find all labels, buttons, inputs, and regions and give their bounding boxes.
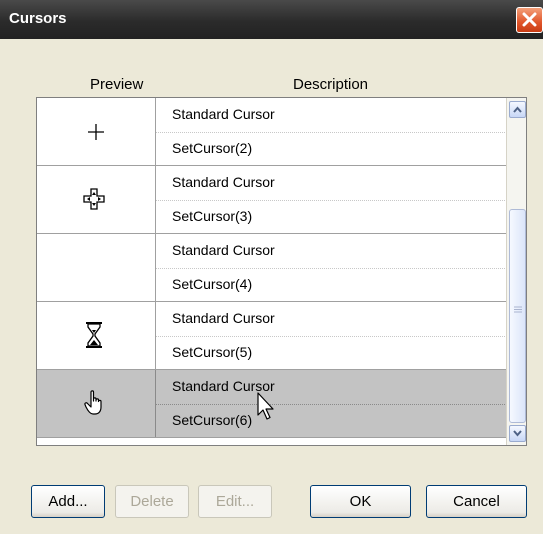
move-icon xyxy=(83,188,105,210)
list-item[interactable]: Standard Cursor SetCursor(2) xyxy=(37,98,507,166)
mouse-pointer-icon xyxy=(257,392,274,420)
preview-cell xyxy=(37,370,155,437)
window-title: Cursors xyxy=(9,10,67,27)
description-cell: Standard Cursor SetCursor(3) xyxy=(155,166,507,233)
cancel-button[interactable]: Cancel xyxy=(426,485,527,518)
cursor-list[interactable]: Standard Cursor SetCursor(2) Standard Cu… xyxy=(36,97,527,446)
list-item[interactable]: Standard Cursor SetCursor(3) xyxy=(37,166,507,234)
description-title: Standard Cursor xyxy=(172,242,275,258)
description-code: SetCursor(2) xyxy=(172,140,253,156)
delete-button[interactable]: Delete xyxy=(115,485,189,518)
preview-cell xyxy=(37,302,155,369)
row-divider xyxy=(156,200,507,201)
row-divider xyxy=(156,404,507,405)
scroll-down-button[interactable] xyxy=(509,425,526,442)
hourglass-icon xyxy=(86,322,102,348)
description-code: SetCursor(6) xyxy=(172,412,253,428)
description-title: Standard Cursor xyxy=(172,106,275,122)
row-divider xyxy=(156,336,507,337)
description-code: SetCursor(5) xyxy=(172,344,253,360)
description-code: SetCursor(3) xyxy=(172,208,253,224)
column-header-description[interactable]: Description xyxy=(293,76,368,93)
scroll-thumb[interactable] xyxy=(509,209,526,423)
list-item[interactable]: Standard Cursor SetCursor(4) xyxy=(37,234,507,302)
close-button[interactable] xyxy=(516,7,543,33)
list-item[interactable]: Standard Cursor SetCursor(5) xyxy=(37,302,507,370)
description-title: Standard Cursor xyxy=(172,174,275,190)
add-button[interactable]: Add... xyxy=(31,485,105,518)
title-bar[interactable]: Cursors xyxy=(0,0,543,39)
description-cell: Standard Cursor SetCursor(5) xyxy=(155,302,507,369)
chevron-up-icon xyxy=(513,106,522,113)
scroll-up-button[interactable] xyxy=(509,101,526,118)
crosshair-icon xyxy=(88,124,104,140)
preview-cell xyxy=(37,166,155,233)
row-divider xyxy=(156,132,507,133)
preview-cell xyxy=(37,234,155,301)
close-icon xyxy=(522,12,537,27)
description-cell: Standard Cursor SetCursor(2) xyxy=(155,98,507,165)
description-cell: Standard Cursor SetCursor(6) xyxy=(155,370,507,437)
edit-button[interactable]: Edit... xyxy=(198,485,272,518)
vertical-scrollbar[interactable] xyxy=(506,98,526,445)
grip-icon xyxy=(514,306,522,313)
chevron-down-icon xyxy=(513,430,522,437)
description-cell: Standard Cursor SetCursor(4) xyxy=(155,234,507,301)
hand-pointer-icon xyxy=(84,390,102,415)
column-header-preview[interactable]: Preview xyxy=(90,76,143,93)
preview-cell xyxy=(37,98,155,165)
row-divider xyxy=(156,268,507,269)
cursors-dialog: Cursors Preview Description Standard Cur… xyxy=(0,0,543,534)
ok-button[interactable]: OK xyxy=(310,485,411,518)
description-title: Standard Cursor xyxy=(172,310,275,326)
description-code: SetCursor(4) xyxy=(172,276,253,292)
